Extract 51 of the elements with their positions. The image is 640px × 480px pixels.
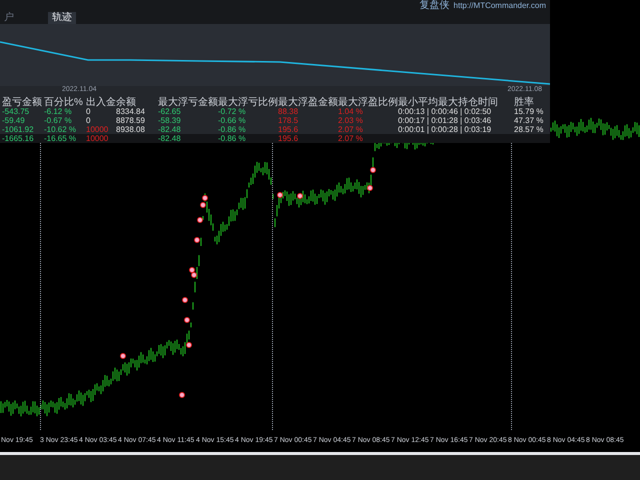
- table-cell: 47.37 %: [514, 116, 544, 125]
- table-cell: -0.66 %: [218, 116, 246, 125]
- table-cell: 28.57 %: [514, 125, 544, 134]
- table-cell: -1061.92: [2, 125, 34, 134]
- column-header: 出入金: [86, 97, 116, 108]
- table-cell: 0:00:13 | 0:00:46 | 0:02:50: [398, 107, 492, 116]
- table-cell: -0.72 %: [218, 107, 246, 116]
- table-cell: -0.86 %: [218, 125, 246, 134]
- tab[interactable]: 轨迹: [48, 12, 76, 24]
- table-cell: 195.6: [278, 134, 298, 143]
- column-header: 最大浮盈比例: [338, 97, 398, 108]
- table-cell: -543.75: [2, 107, 30, 116]
- table-cell: -6.12 %: [44, 107, 72, 116]
- table-cell: 8878.59: [116, 116, 145, 125]
- column-header: 最大浮盈金额: [278, 97, 338, 108]
- table-cell: 15.79 %: [514, 107, 544, 116]
- table-cell: 10000: [86, 125, 108, 134]
- column-header: 余额: [116, 97, 136, 108]
- table-cell: -58.39: [158, 116, 181, 125]
- table-cell: 0:00:01 | 0:00:28 | 0:03:19: [398, 125, 492, 134]
- tab[interactable]: 户: [0, 12, 18, 24]
- table-cell: 2.07 %: [338, 125, 363, 134]
- column-header: 最大浮亏金额: [158, 97, 218, 108]
- table-cell: -1665.16: [2, 134, 34, 143]
- column-header: 胜率: [514, 97, 534, 108]
- table-cell: 8334.84: [116, 107, 145, 116]
- website-url[interactable]: http://MTCommander.com: [454, 2, 546, 10]
- column-header: 最大浮亏比例: [218, 97, 278, 108]
- table-cell: -10.62 %: [44, 125, 76, 134]
- table-cell: 8938.08: [116, 125, 145, 134]
- table-cell: 178.5: [278, 116, 298, 125]
- table-cell: -0.86 %: [218, 134, 246, 143]
- column-header: 最小平均最大持仓时间: [398, 97, 498, 108]
- table-cell: 88.38: [278, 107, 298, 116]
- table-cell: 1.04 %: [338, 107, 363, 116]
- table-cell: -82.48: [158, 125, 181, 134]
- table-cell: -82.48: [158, 134, 181, 143]
- table-cell: 0:00:17 | 0:01:28 | 0:03:46: [398, 116, 492, 125]
- table-cell: -16.65 %: [44, 134, 76, 143]
- column-header: 盈亏金额: [2, 97, 42, 108]
- table-cell: 195.6: [278, 125, 298, 134]
- table-cell: 0: [86, 107, 90, 116]
- table-cell: 2.03 %: [338, 116, 363, 125]
- table-cell: -62.65: [158, 107, 181, 116]
- table-cell: 10000: [86, 134, 108, 143]
- table-cell: 2.07 %: [338, 134, 363, 143]
- table-cell: -59.49: [2, 116, 25, 125]
- column-header: 百分比%: [44, 97, 83, 108]
- table-cell: 0: [86, 116, 90, 125]
- brand-name: 复盘侠: [420, 1, 450, 11]
- table-cell: -0.67 %: [44, 116, 72, 125]
